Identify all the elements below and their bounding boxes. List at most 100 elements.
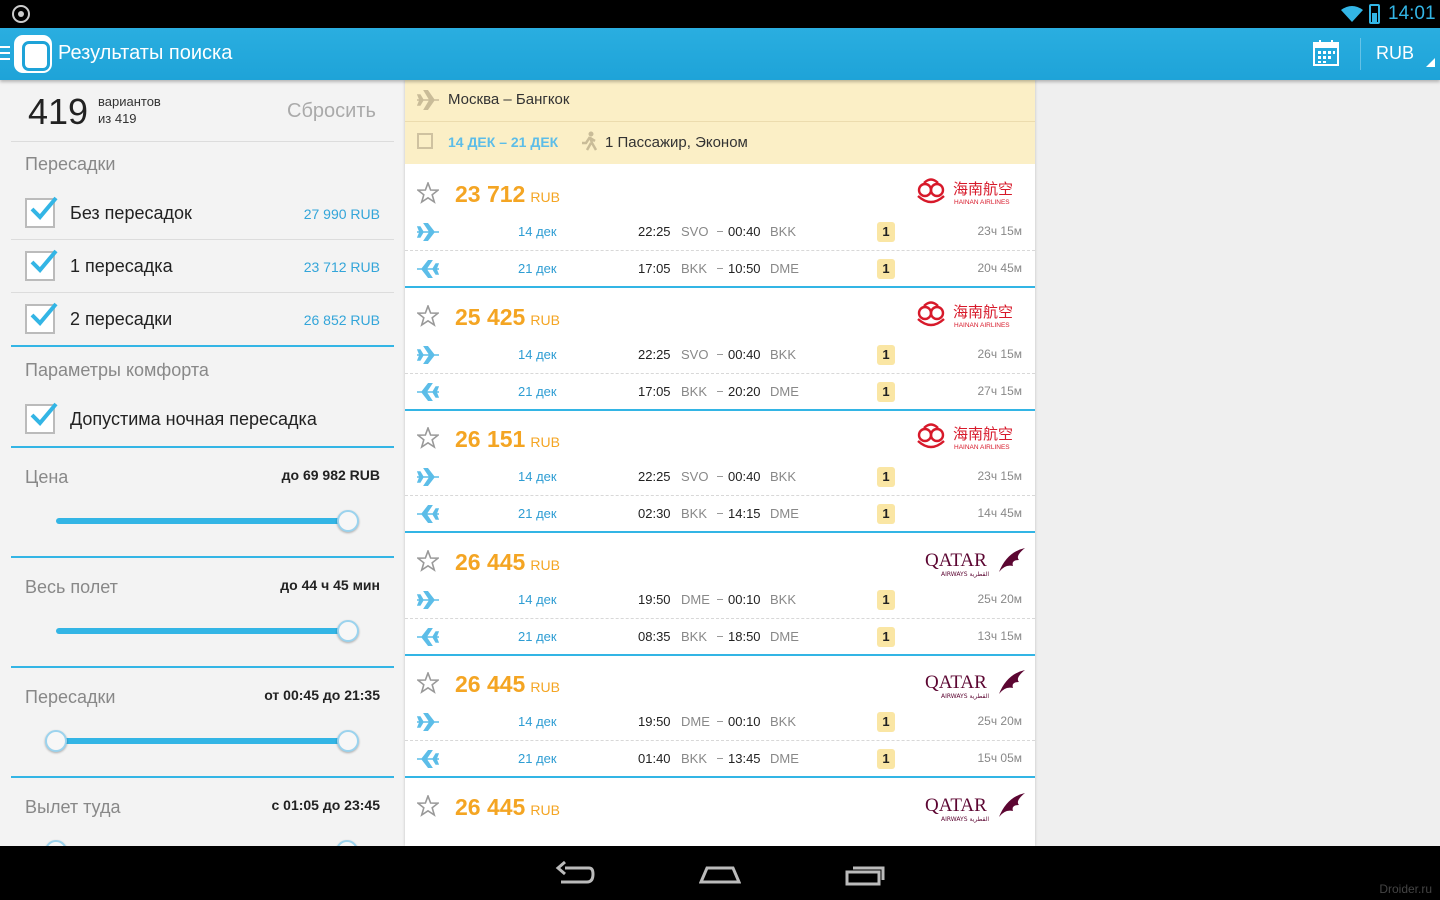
result-card[interactable]: 26 151 RUB 海南航空 HAINAN AIRLINES 14 дек 22:25 S… [405,411,1035,533]
departure-airport: DME [681,591,710,607]
airline-logo: 海南航空 HAINAN AIRLINES [915,421,1027,457]
flight-leg[interactable]: 21 дек 02:30 BKK 14:15 DME 1 14ч 45м [405,496,1035,533]
calendar-icon [417,133,433,149]
departure-time: 17:05 [638,383,671,399]
favorite-star-icon[interactable] [415,425,441,454]
route-label: Москва – Бангкок [448,91,570,108]
price-currency: RUB [530,434,560,450]
option-no-stops-label[interactable]: Без пересадок [70,203,192,224]
checkbox-two-stops[interactable] [25,302,58,334]
leg-duration: 15ч 05м [977,751,1022,765]
outbound-plane-icon [416,467,439,491]
currency-selector[interactable]: RUB [1376,43,1414,64]
leg-date: 14 дек [518,224,557,239]
leg-duration: 27ч 15м [977,383,1022,398]
leg-duration: 13ч 15м [977,628,1022,643]
flight-leg[interactable]: 21 дек 17:05 BKK 10:50 DME 1 20ч 45м [405,251,1035,288]
result-card[interactable]: 23 712 RUB 海南航空 HAINAN AIRLINES 14 дек 22:25 S… [405,166,1035,288]
leg-duration: 25ч 20м [977,591,1022,606]
flight-leg[interactable]: 21 дек 01:40 BKK 13:45 DME 1 15ч 05м [405,741,1035,778]
section-divider [11,345,394,347]
calendar-icon[interactable] [1313,40,1339,66]
layover-slider-min-handle[interactable] [45,730,67,752]
recent-apps-icon[interactable] [845,860,885,888]
search-summary[interactable]: Москва – Бангкок 14 ДЕК – 21 ДЕК 1 Пасса… [405,80,1035,166]
price-amount: 26 445 [455,793,526,820]
airline-name: QATAR [925,795,987,816]
duration-filter-label: Весь полет [25,577,118,597]
arrival-airport: DME [770,506,799,521]
result-card[interactable]: 26 445 RUB QATAR AIRWAYS القطرية 14 дек 19:50… [405,656,1035,778]
checkbox-one-stop[interactable] [25,249,58,281]
favorite-star-icon[interactable] [415,670,441,699]
flight-leg[interactable]: 14 дек 22:25 SVO 00:40 BKK 1 26ч 15м [405,337,1035,374]
price-slider-handle[interactable] [337,510,359,532]
arrival-airport: BKK [770,346,797,362]
arrival-airport: DME [770,261,799,276]
leg-dash [717,635,723,637]
price-filter-value: до 69 982 RUB [281,467,380,483]
leg-dash [717,598,723,600]
layover-filter-value: от 00:45 до 21:35 [264,687,380,703]
flight-leg[interactable]: 14 дек 22:25 SVO 00:40 BKK 1 23ч 15м [405,214,1035,251]
departure-time: 01:40 [638,751,671,766]
result-card[interactable]: 25 425 RUB 海南航空 HAINAN AIRLINES 14 дек 22:25 S… [405,288,1035,411]
duration-slider-track[interactable] [56,628,348,634]
layover-slider-track[interactable] [56,738,348,744]
leg-duration: 14ч 45м [977,506,1022,520]
outbound-plane-icon [416,589,439,614]
price-currency: RUB [530,801,560,818]
leg-dash [717,476,723,477]
duration-slider-handle[interactable] [337,620,359,642]
result-card[interactable]: 26 445 RUB QATAR AIRWAYS القطرية [405,778,1035,846]
home-icon[interactable] [699,860,741,886]
airline-logo: 海南航空 HAINAN AIRLINES [915,299,1027,335]
departure-airport: SVO [681,469,709,484]
option-night-layover-label[interactable]: Допустима ночная пересадка [70,409,317,430]
airline-name-cn: 海南航空 [953,425,1013,443]
arrival-airport: BKK [770,224,797,239]
option-one-stop-label[interactable]: 1 пересадка [70,256,173,277]
option-no-stops-price: 27 990 RUB [303,206,380,222]
results-panel: Москва – Бангкок 14 ДЕК – 21 ДЕК 1 Пасса… [405,80,1035,846]
price-amount: 26 445 [455,548,526,575]
result-price: 26 445 RUB [455,671,560,698]
layover-slider-max-handle[interactable] [337,730,359,752]
app-logo[interactable] [14,35,52,73]
status-bar: 14:01 [0,0,1440,28]
price-slider-track[interactable] [56,518,348,524]
leg-date: 21 дек [518,628,557,644]
favorite-star-icon[interactable] [415,548,441,577]
arrival-time: 00:40 [728,346,761,362]
checkbox-night-layover[interactable] [25,402,58,434]
option-two-stops-label[interactable]: 2 пересадки [70,309,172,330]
checkbox-no-stops[interactable] [25,196,58,228]
results-count: 419 [28,91,89,132]
back-icon[interactable] [555,860,595,888]
zigzag-edge [405,158,1035,166]
leg-date: 14 дек [518,469,557,484]
departure-airport: BKK [681,261,708,276]
flight-leg[interactable]: 14 дек 19:50 DME 00:10 BKK 1 25ч 20м [405,582,1035,619]
comfort-section-title: Параметры комфорта [25,360,209,380]
option-two-stops-price: 26 852 RUB [303,312,380,328]
section-divider [11,556,394,558]
flight-leg[interactable]: 14 дек 19:50 DME 00:10 BKK 1 25ч 20м [405,704,1035,741]
result-price: 23 712 RUB [455,181,560,208]
airline-name-en: HAINAN AIRLINES [954,199,1010,206]
result-card[interactable]: 26 445 RUB QATAR AIRWAYS القطرية 14 дек 19:50… [405,533,1035,656]
arrival-time: 00:40 [728,469,761,484]
favorite-star-icon[interactable] [415,793,441,822]
battery-icon [1369,4,1380,24]
menu-icon[interactable] [0,46,10,60]
favorite-star-icon[interactable] [415,303,441,332]
flight-leg[interactable]: 21 дек 17:05 BKK 20:20 DME 1 27ч 15м [405,374,1035,411]
leg-dash [717,268,723,269]
leg-date: 14 дек [518,714,557,729]
reset-button[interactable]: Сбросить [287,100,376,123]
departure-time: 22:25 [638,346,671,362]
favorite-star-icon[interactable] [415,180,441,209]
flight-leg[interactable]: 21 дек 08:35 BKK 18:50 DME 1 13ч 15м [405,619,1035,656]
departure-airport: BKK [681,506,708,521]
flight-leg[interactable]: 14 дек 22:25 SVO 00:40 BKK 1 23ч 15м [405,459,1035,496]
